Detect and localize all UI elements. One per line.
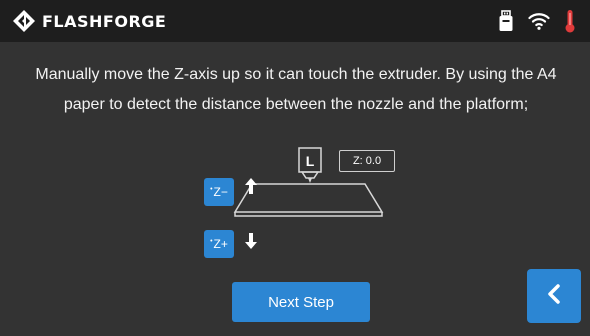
leveling-screen: FLASHFORGE Manually move the Z-axis up s… [0, 0, 590, 336]
arrow-up-icon [244, 177, 258, 200]
arrow-down-icon [244, 232, 258, 255]
chevron-left-icon [545, 283, 563, 310]
next-step-button[interactable]: Next Step [232, 282, 370, 322]
flashforge-logo-icon [12, 9, 36, 33]
z-plus-label: Z+ [213, 237, 228, 251]
z-plus-button[interactable]: • Z+ [204, 230, 234, 258]
instruction-text: Manually move the Z-axis up so it can to… [35, 66, 557, 113]
z-position-readout: Z: 0.0 [339, 150, 395, 172]
wifi-icon [528, 11, 550, 31]
brand-name: FLASHFORGE [42, 11, 167, 31]
status-icons [498, 8, 576, 34]
z-minus-label: Z− [213, 185, 228, 199]
nozzle-tip [300, 171, 320, 179]
back-button[interactable] [527, 269, 581, 323]
brand: FLASHFORGE [12, 8, 166, 34]
top-bar: FLASHFORGE [0, 0, 590, 42]
nozzle-label: L [305, 153, 315, 169]
thermometer-icon [564, 9, 576, 33]
z-minus-button[interactable]: • Z− [204, 178, 234, 206]
usb-drive-icon [498, 10, 514, 32]
